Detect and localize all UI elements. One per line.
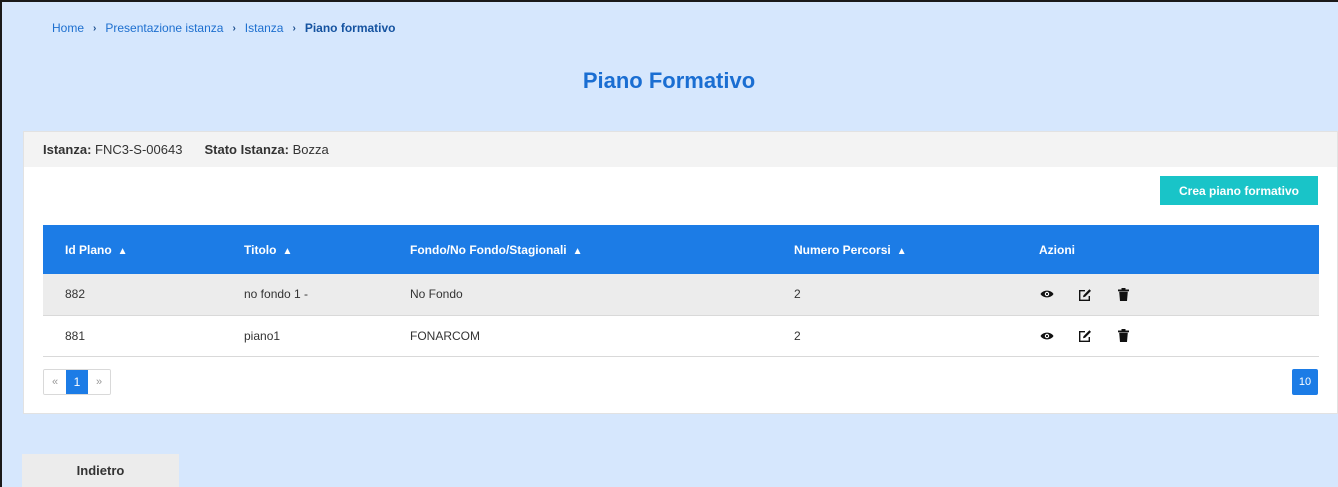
pagination-next[interactable]: » xyxy=(88,370,110,394)
row-actions xyxy=(1039,328,1319,344)
stato-value: Bozza xyxy=(292,142,329,157)
breadcrumb-istanza[interactable]: Istanza xyxy=(245,21,284,35)
cell-actions xyxy=(1017,274,1319,316)
column-header-label: Id Plano xyxy=(65,242,112,257)
cell-id: 881 xyxy=(43,315,222,357)
cell-titolo: piano1 xyxy=(222,315,388,357)
breadcrumb-presentazione[interactable]: Presentazione istanza xyxy=(105,21,223,35)
column-header-azioni: Azioni xyxy=(1017,225,1319,274)
cell-fondo: FONARCOM xyxy=(388,315,772,357)
sort-icon: ▲︎ xyxy=(572,245,583,257)
cell-actions xyxy=(1017,315,1319,357)
breadcrumb-home[interactable]: Home xyxy=(52,21,84,35)
pagination-page[interactable]: 1 xyxy=(66,370,88,394)
column-header-fondo[interactable]: Fondo/No Fondo/Stagionali ▲︎ xyxy=(388,225,772,274)
cell-fondo: No Fondo xyxy=(388,274,772,316)
table-row: 882 no fondo 1 - No Fondo 2 xyxy=(43,274,1319,316)
eye-icon[interactable] xyxy=(1039,286,1055,302)
cell-titolo: no fondo 1 - xyxy=(222,274,388,316)
column-header-label: Azioni xyxy=(1039,242,1075,257)
column-header-label: Fondo/No Fondo/Stagionali xyxy=(410,242,567,257)
breadcrumb-separator: › xyxy=(93,22,97,34)
table-header-row: Id Plano ▲︎ Titolo ▲︎ Fondo/No Fondo/Stagi… xyxy=(43,225,1319,274)
pagination: « 1 » xyxy=(43,369,111,395)
breadcrumb-separator: › xyxy=(232,22,236,34)
sort-icon: ▲︎ xyxy=(896,245,907,257)
pagination-prev[interactable]: « xyxy=(44,370,66,394)
plans-table: Id Plano ▲︎ Titolo ▲︎ Fondo/No Fondo/Stagi… xyxy=(43,225,1319,357)
breadcrumb-current: Piano formativo xyxy=(304,21,396,35)
cell-id: 882 xyxy=(43,274,222,316)
cell-percorsi: 2 xyxy=(772,315,1017,357)
column-header-titolo[interactable]: Titolo ▲︎ xyxy=(222,225,388,274)
column-header-label: Titolo xyxy=(244,242,277,257)
column-header-percorsi[interactable]: Numero Percorsi ▲︎ xyxy=(772,225,1017,274)
istanza-label: Istanza: xyxy=(43,142,92,157)
trash-icon[interactable] xyxy=(1115,286,1131,302)
stato-label: Stato Istanza: xyxy=(204,142,289,157)
column-header-id[interactable]: Id Plano ▲︎ xyxy=(43,225,222,274)
column-header-label: Numero Percorsi xyxy=(794,242,891,257)
back-button[interactable]: Indietro xyxy=(22,454,179,487)
table-row: 881 piano1 FONARCOM 2 xyxy=(43,315,1319,357)
create-plan-button[interactable]: Crea piano formativo xyxy=(1160,176,1318,205)
page-title: Piano Formativo xyxy=(582,68,756,93)
sort-icon: ▲︎ xyxy=(117,245,128,257)
istanza-info: Istanza: FNC3-S-00643 xyxy=(43,142,182,157)
cell-percorsi: 2 xyxy=(772,274,1017,316)
sort-icon: ▲︎ xyxy=(282,245,293,257)
info-bar: Istanza: FNC3-S-00643 Stato Istanza: Boz… xyxy=(23,131,1338,168)
breadcrumb-separator: › xyxy=(292,22,296,34)
breadcrumb: Home › Presentazione istanza › Istanza ›… xyxy=(52,21,396,35)
istanza-value: FNC3-S-00643 xyxy=(95,142,183,157)
edit-icon[interactable] xyxy=(1077,286,1093,302)
eye-icon[interactable] xyxy=(1039,328,1055,344)
page-size-selector[interactable]: 10 xyxy=(1292,369,1318,395)
edit-icon[interactable] xyxy=(1077,328,1093,344)
row-actions xyxy=(1039,286,1319,302)
stato-info: Stato Istanza: Bozza xyxy=(204,142,328,157)
trash-icon[interactable] xyxy=(1115,328,1131,344)
